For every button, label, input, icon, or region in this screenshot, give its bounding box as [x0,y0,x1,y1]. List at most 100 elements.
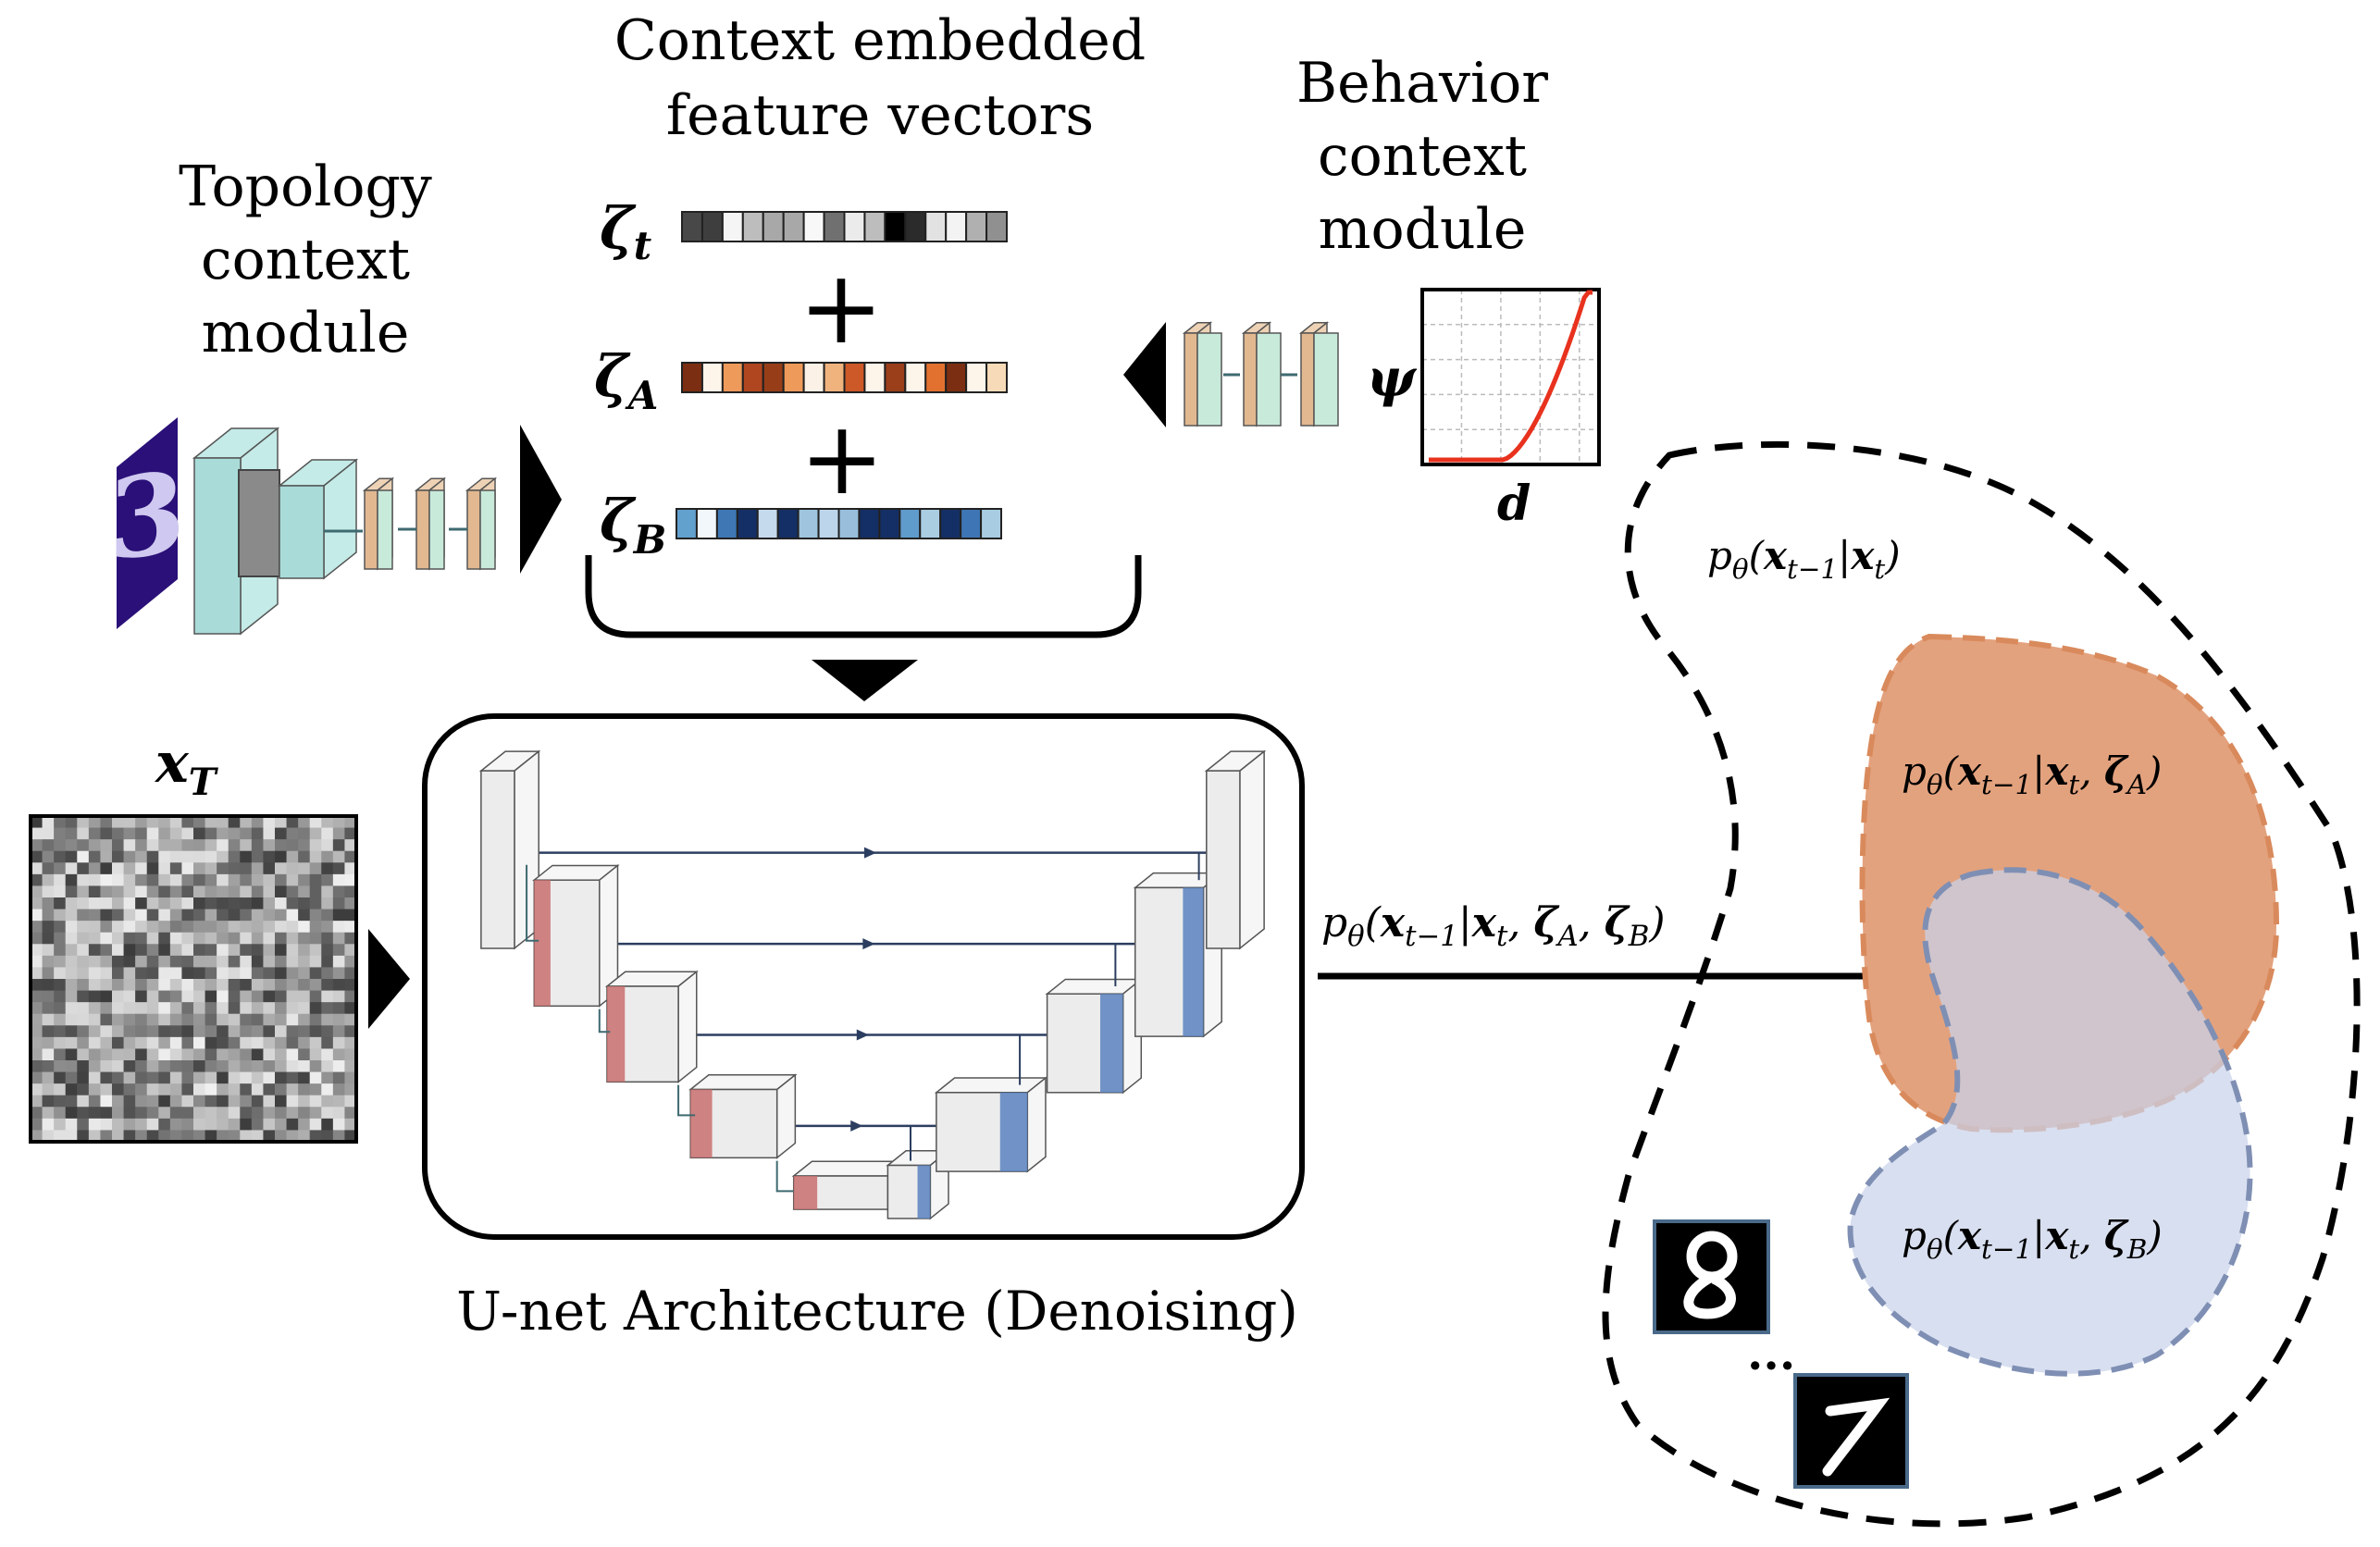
noise-pixel [286,1002,299,1015]
noise-pixel [112,897,125,910]
noise-pixel [135,839,148,852]
noise-pixel [100,1083,113,1096]
noise-pixel [123,827,136,840]
noise-pixel [65,1071,78,1084]
noise-pixel [286,967,299,980]
noise-pixel [251,827,264,840]
noise-pixel [158,967,171,980]
noise-pixel [193,827,206,840]
noise-pixel [123,1013,136,1026]
noise-pixel [112,909,125,922]
vector-cell [939,508,962,539]
noise-pixel [193,1095,206,1108]
noise-pixel [100,885,113,898]
noise-pixel [100,1036,113,1049]
noise-pixel [158,1107,171,1120]
formula-part: ) [1884,533,1900,578]
noise-pixel [54,944,67,957]
noise-pixel [275,827,288,840]
noise-pixel [205,979,217,992]
noise-pixel [205,1048,217,1061]
noise-pixel [181,944,194,957]
noise-pixel [169,827,182,840]
formula-part: ζ [2104,1213,2129,1258]
noise-pixel [228,979,241,992]
noise-pixel [88,1002,101,1015]
formula-part: θ [1927,1233,1943,1265]
noise-pixel [77,862,90,875]
digit-3-glyph: 3 [108,446,185,587]
noise-pixel [158,839,171,852]
noise-pixel [275,897,288,910]
noise-pixel [275,955,288,968]
noise-pixel [77,944,90,957]
noise-pixel [286,1060,299,1073]
arrow-formula: pθ(xt−1|xt, ζA, ζB) [1321,899,1666,953]
noise-pixel [332,1013,345,1026]
decoder-block [934,1076,1048,1173]
noise-pixel [65,1048,78,1061]
noise-pixel [42,1083,55,1096]
noise-pixel [112,990,125,1003]
noise-pixel [77,1048,90,1061]
noise-pixel [298,1060,311,1073]
noise-pixel [332,862,345,875]
noise-pixel [217,909,229,922]
noise-pixel [42,1071,55,1084]
noise-pixel [135,850,148,863]
noise-pixel [181,850,194,863]
noise-pixel [251,1071,264,1084]
noise-pixel [298,839,311,852]
noise-pixel [146,990,159,1003]
noise-pixel [332,909,345,922]
noise-pixel [228,839,241,852]
noise-pixel [65,921,78,934]
noise-pixel [169,850,182,863]
noise-pixel [240,1095,253,1108]
vector-cell [924,211,948,242]
noise-pixel [251,1083,264,1096]
noise-pixel [181,827,194,840]
noise-pixel [123,1095,136,1108]
noise-pixel [65,1060,78,1073]
noise-pixel [321,909,334,922]
xT-label: xT [154,731,219,804]
noise-pixel [42,1036,55,1049]
noise-pixel [193,1036,206,1049]
noise-pixel [228,873,241,886]
vector-cell [721,211,744,242]
noise-pixel [169,1013,182,1026]
noise-pixel [135,1036,148,1049]
noise-pixel [321,839,334,852]
topology-module-title: Topology context module [179,155,432,365]
noise-pixel [263,979,276,992]
noise-pixel [169,1095,182,1108]
noise-pixel [146,897,159,910]
noise-pixel [228,909,241,922]
formula-part: ) [2146,749,2162,794]
encoder-block [478,749,541,950]
noise-pixel [309,979,322,992]
noise-pixel [100,944,113,957]
noise-pixel [286,990,299,1003]
noise-pixel [169,1071,182,1084]
noise-pixel [158,932,171,945]
noise-pixel [112,1107,125,1120]
noise-pixel [158,1048,171,1061]
noise-pixel [100,1013,113,1026]
noise-pixel [112,1013,125,1026]
noise-pixel [228,827,241,840]
formula-part: ( [1749,533,1766,578]
noise-pixel [77,850,90,863]
plot-frame [1420,288,1601,466]
noise-pixel [158,909,171,922]
noise-pixel [275,1025,288,1038]
noise-pixel [251,921,264,934]
encoder-block [688,1073,798,1159]
noise-pixel [123,944,136,957]
noise-pixel [123,850,136,863]
noise-pixel [65,827,78,840]
noise-pixel [309,921,322,934]
noise-pixel [146,1107,159,1120]
noise-pixel [332,1036,345,1049]
